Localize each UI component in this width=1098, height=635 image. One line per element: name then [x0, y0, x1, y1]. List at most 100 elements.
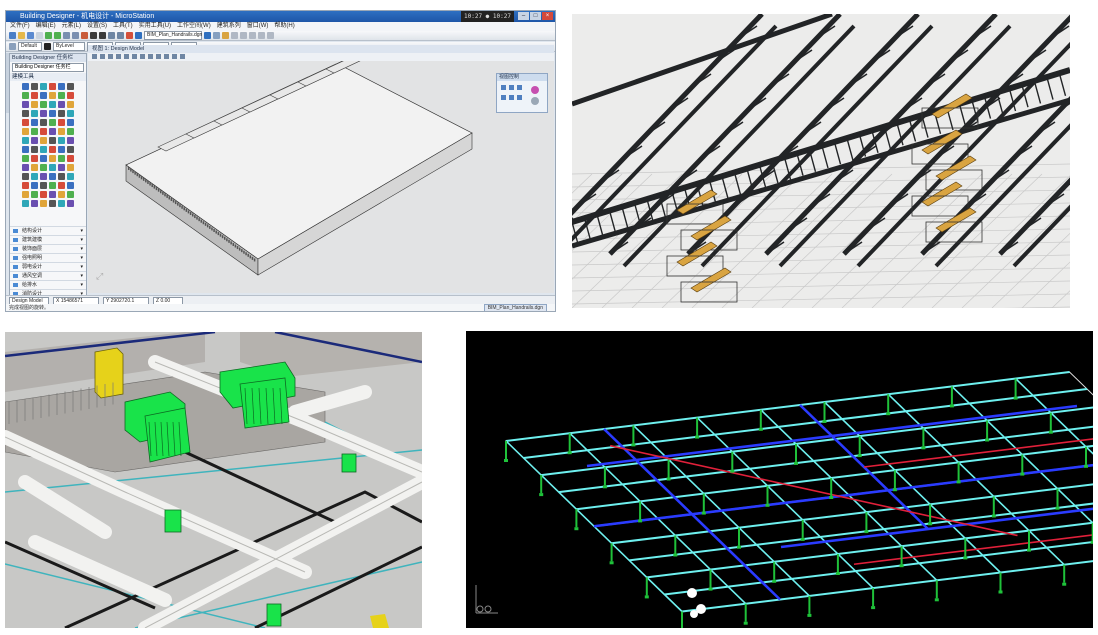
tool-icon[interactable]: [58, 191, 65, 198]
tool-icon[interactable]: [49, 155, 56, 162]
tool-icon[interactable]: [22, 191, 29, 198]
tool-icon[interactable]: [67, 137, 74, 144]
menu-item[interactable]: 工作空间(W): [177, 22, 211, 31]
tool-icon[interactable]: [40, 92, 47, 99]
taskbar-file-button[interactable]: BIM_Plan_Handrails.dgn: [483, 304, 547, 311]
tool-icon[interactable]: [58, 110, 65, 117]
tool-icon[interactable]: [58, 155, 65, 162]
line-icon[interactable]: [231, 32, 238, 39]
task-group-item[interactable]: 建筑建模: [10, 235, 86, 244]
tool-icon[interactable]: [67, 119, 74, 126]
tool-icon[interactable]: [67, 200, 74, 207]
arc-icon[interactable]: [240, 32, 247, 39]
color-swatch-icon[interactable]: [44, 43, 51, 50]
tool-icon[interactable]: [31, 119, 38, 126]
tool-icon[interactable]: [31, 137, 38, 144]
task-group-item[interactable]: 弱电设计: [10, 262, 86, 271]
menu-item[interactable]: 元素(L): [62, 22, 81, 31]
tool-icon[interactable]: [49, 137, 56, 144]
measure-icon[interactable]: [258, 32, 265, 39]
view-tool-icons[interactable]: [88, 53, 554, 61]
tool-icon[interactable]: [22, 119, 29, 126]
level-selector[interactable]: Default: [18, 42, 42, 51]
tool-icon[interactable]: [31, 92, 38, 99]
design-model-viewport[interactable]: ⤢: [88, 61, 554, 293]
menu-item[interactable]: 设置(S): [87, 22, 107, 31]
tool-icon[interactable]: [67, 155, 74, 162]
save-icon[interactable]: [27, 32, 34, 39]
tool-icon[interactable]: [58, 173, 65, 180]
tool-icon[interactable]: [67, 146, 74, 153]
tool-icon[interactable]: [22, 182, 29, 189]
references-icon[interactable]: [99, 32, 106, 39]
tool-icon[interactable]: [67, 101, 74, 108]
tool-icon[interactable]: [49, 164, 56, 171]
tool-icon[interactable]: [58, 83, 65, 90]
menu-item[interactable]: 帮助(H): [274, 22, 294, 31]
menu-item[interactable]: 窗口(W): [247, 22, 269, 31]
tool-icon[interactable]: [31, 182, 38, 189]
tool-icon[interactable]: [40, 137, 47, 144]
tool-icon[interactable]: [49, 182, 56, 189]
view-icon[interactable]: [204, 32, 211, 39]
render-icon[interactable]: [126, 32, 133, 39]
menu-item[interactable]: 文件(F): [10, 22, 30, 31]
tool-icon[interactable]: [31, 110, 38, 117]
redo-icon[interactable]: [54, 32, 61, 39]
active-file-field[interactable]: BIM_Plan_Handrails.dgn: [144, 31, 202, 40]
tool-icon[interactable]: [67, 83, 74, 90]
tool-icon[interactable]: [67, 110, 74, 117]
tool-icon[interactable]: [67, 92, 74, 99]
tool-icon[interactable]: [31, 155, 38, 162]
menu-item[interactable]: 工具(T): [113, 22, 133, 31]
tool-icon[interactable]: [31, 146, 38, 153]
attributes-icon[interactable]: [9, 43, 16, 50]
tool-icon[interactable]: [22, 83, 29, 90]
tool-icon[interactable]: [58, 182, 65, 189]
tool-icon[interactable]: [22, 155, 29, 162]
line-style-selector[interactable]: ByLevel: [53, 42, 85, 51]
tool-icon[interactable]: [58, 164, 65, 171]
cut-icon[interactable]: [63, 32, 70, 39]
tool-icon[interactable]: [31, 173, 38, 180]
tool-icon[interactable]: [49, 128, 56, 135]
tool-icon[interactable]: [22, 164, 29, 171]
circle-icon[interactable]: [249, 32, 256, 39]
tool-icon[interactable]: [31, 101, 38, 108]
view-control-palette[interactable]: 视图控制: [496, 73, 548, 113]
models-icon[interactable]: [117, 32, 124, 39]
undo-icon[interactable]: [45, 32, 52, 39]
close-icon[interactable]: ×: [542, 12, 553, 20]
task-group-item[interactable]: 装饰面层: [10, 244, 86, 253]
tool-icon[interactable]: [40, 164, 47, 171]
tool-icon[interactable]: [40, 83, 47, 90]
modeling-tools-header[interactable]: 建模工具: [10, 73, 86, 81]
menu-item[interactable]: 编辑(E): [36, 22, 56, 31]
help-icon[interactable]: [81, 32, 88, 39]
tool-icon[interactable]: [49, 191, 56, 198]
tool-icon[interactable]: [40, 146, 47, 153]
tool-icon[interactable]: [67, 164, 74, 171]
tool-icon[interactable]: [22, 128, 29, 135]
task-group-item[interactable]: 结构设计: [10, 226, 86, 235]
tool-icon[interactable]: [58, 128, 65, 135]
tool-icon[interactable]: [31, 191, 38, 198]
tool-icon[interactable]: [40, 182, 47, 189]
tool-icon[interactable]: [40, 119, 47, 126]
tool-icon[interactable]: [58, 137, 65, 144]
tool-icon[interactable]: [31, 164, 38, 171]
tool-icon[interactable]: [67, 128, 74, 135]
tool-icon[interactable]: [67, 182, 74, 189]
tool-icon[interactable]: [58, 200, 65, 207]
palette-icons[interactable]: [497, 81, 547, 111]
raster-icon[interactable]: [108, 32, 115, 39]
project-icon[interactable]: [135, 32, 142, 39]
tool-icon[interactable]: [22, 173, 29, 180]
tool-icon[interactable]: [58, 146, 65, 153]
tool-icon[interactable]: [22, 110, 29, 117]
tool-icon[interactable]: [49, 101, 56, 108]
task-group-item[interactable]: 强电照明: [10, 253, 86, 262]
tool-icon[interactable]: [58, 119, 65, 126]
task-group-item[interactable]: 给排水: [10, 280, 86, 289]
menu-item[interactable]: 建筑系列: [217, 22, 241, 31]
